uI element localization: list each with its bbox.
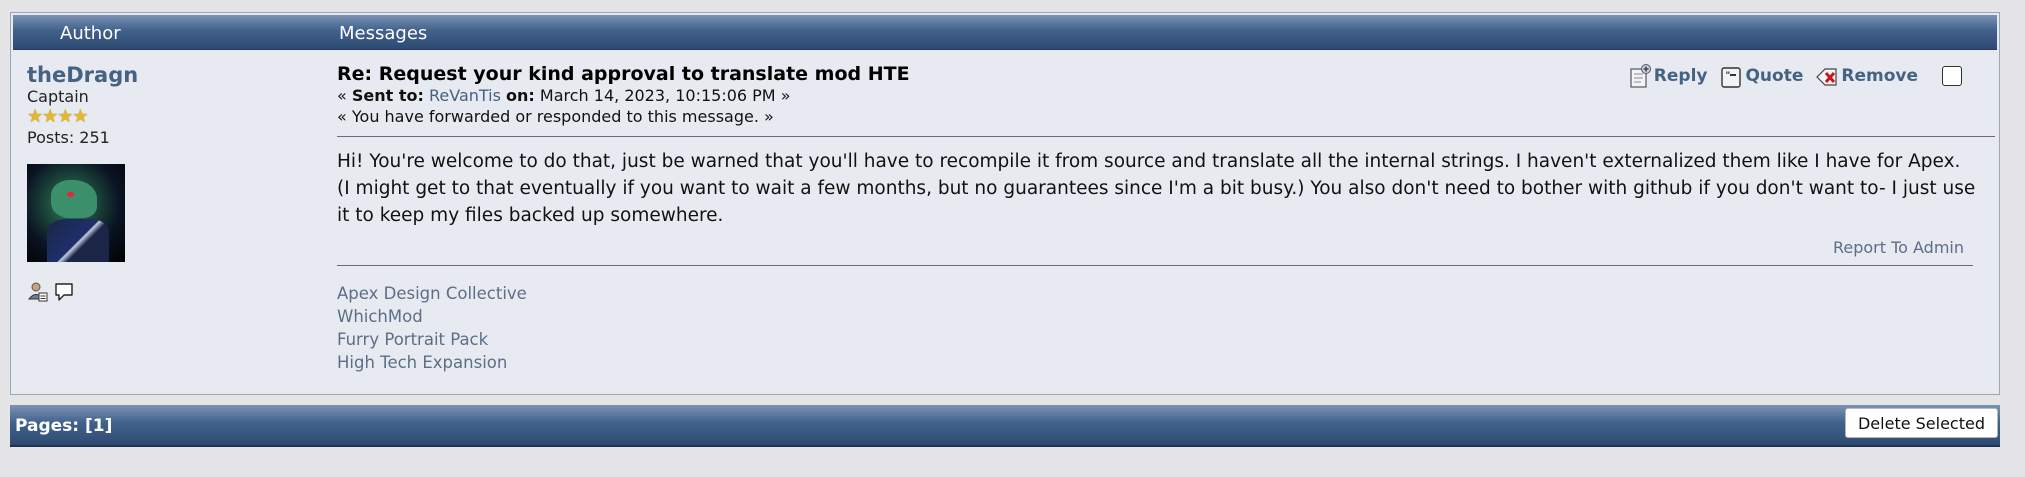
signature-link-high-tech[interactable]: High Tech Expansion [337, 354, 527, 372]
message-subject: Re: Request your kind approval to transl… [337, 63, 910, 85]
signature-divider [337, 265, 1973, 266]
author-column-header: Author [60, 23, 121, 44]
signature-link-furry-portrait[interactable]: Furry Portrait Pack [337, 331, 527, 349]
signature-link-apex[interactable]: Apex Design Collective [337, 285, 527, 303]
footer-bar: Pages: [1] Delete Selected [10, 405, 2000, 447]
sent-date: March 14, 2023, 10:15:06 PM » [539, 86, 791, 105]
message-body: Hi! You're welcome to do that, just be w… [337, 151, 1976, 226]
sent-to-label: Sent to: [351, 86, 424, 105]
signature: Apex Design Collective WhichMod Furry Po… [337, 285, 527, 372]
post-count: Posts: 251 [27, 128, 110, 147]
forwarded-note: « You have forwarded or responded to thi… [337, 107, 774, 126]
divider [337, 136, 1995, 137]
recipient-link[interactable]: ReVanTis [429, 86, 501, 105]
page-link-current[interactable]: [1] [85, 416, 112, 436]
avatar [27, 164, 125, 262]
sent-info: « Sent to: ReVanTis on: March 14, 2023, … [337, 86, 790, 105]
pages-label: Pages: [15, 416, 80, 436]
quote-icon: " [1719, 63, 1743, 89]
on-label: on: [506, 86, 535, 105]
profile-icon[interactable] [27, 281, 49, 303]
remove-button[interactable]: Remove [1815, 63, 1918, 89]
reply-label: Reply [1653, 66, 1708, 86]
author-name-link[interactable]: theDragn [27, 63, 138, 87]
messages-column-header: Messages [339, 23, 428, 44]
delete-selected-button[interactable]: Delete Selected [1844, 408, 1998, 438]
select-message-checkbox[interactable] [1942, 66, 1962, 86]
message-actions: Reply " Quote Remove [1628, 63, 1962, 89]
message-panel: Author Messages theDragn Captain ★★★★ Po… [10, 12, 2000, 395]
avatar-eye [67, 192, 74, 197]
personal-message-icon[interactable] [53, 281, 75, 303]
author-rank: Captain [27, 87, 89, 106]
quote-label: Quote [1745, 66, 1804, 86]
rank-stars: ★★★★ [27, 106, 89, 127]
pagination: Pages: [1] [15, 416, 112, 436]
signature-link-whichmod[interactable]: WhichMod [337, 308, 527, 326]
table-header: Author Messages [13, 15, 1997, 50]
reply-icon [1628, 63, 1652, 89]
svg-text:": " [1726, 71, 1731, 81]
sent-prefix: « [337, 86, 352, 105]
remove-label: Remove [1841, 66, 1918, 86]
report-to-admin-link[interactable]: Report To Admin [1833, 238, 1964, 257]
avatar-face [51, 180, 97, 218]
avatar-body [47, 219, 109, 262]
quote-button[interactable]: " Quote [1719, 63, 1803, 89]
reply-button[interactable]: Reply [1628, 63, 1708, 89]
author-icons [27, 281, 75, 303]
remove-icon [1815, 63, 1839, 89]
